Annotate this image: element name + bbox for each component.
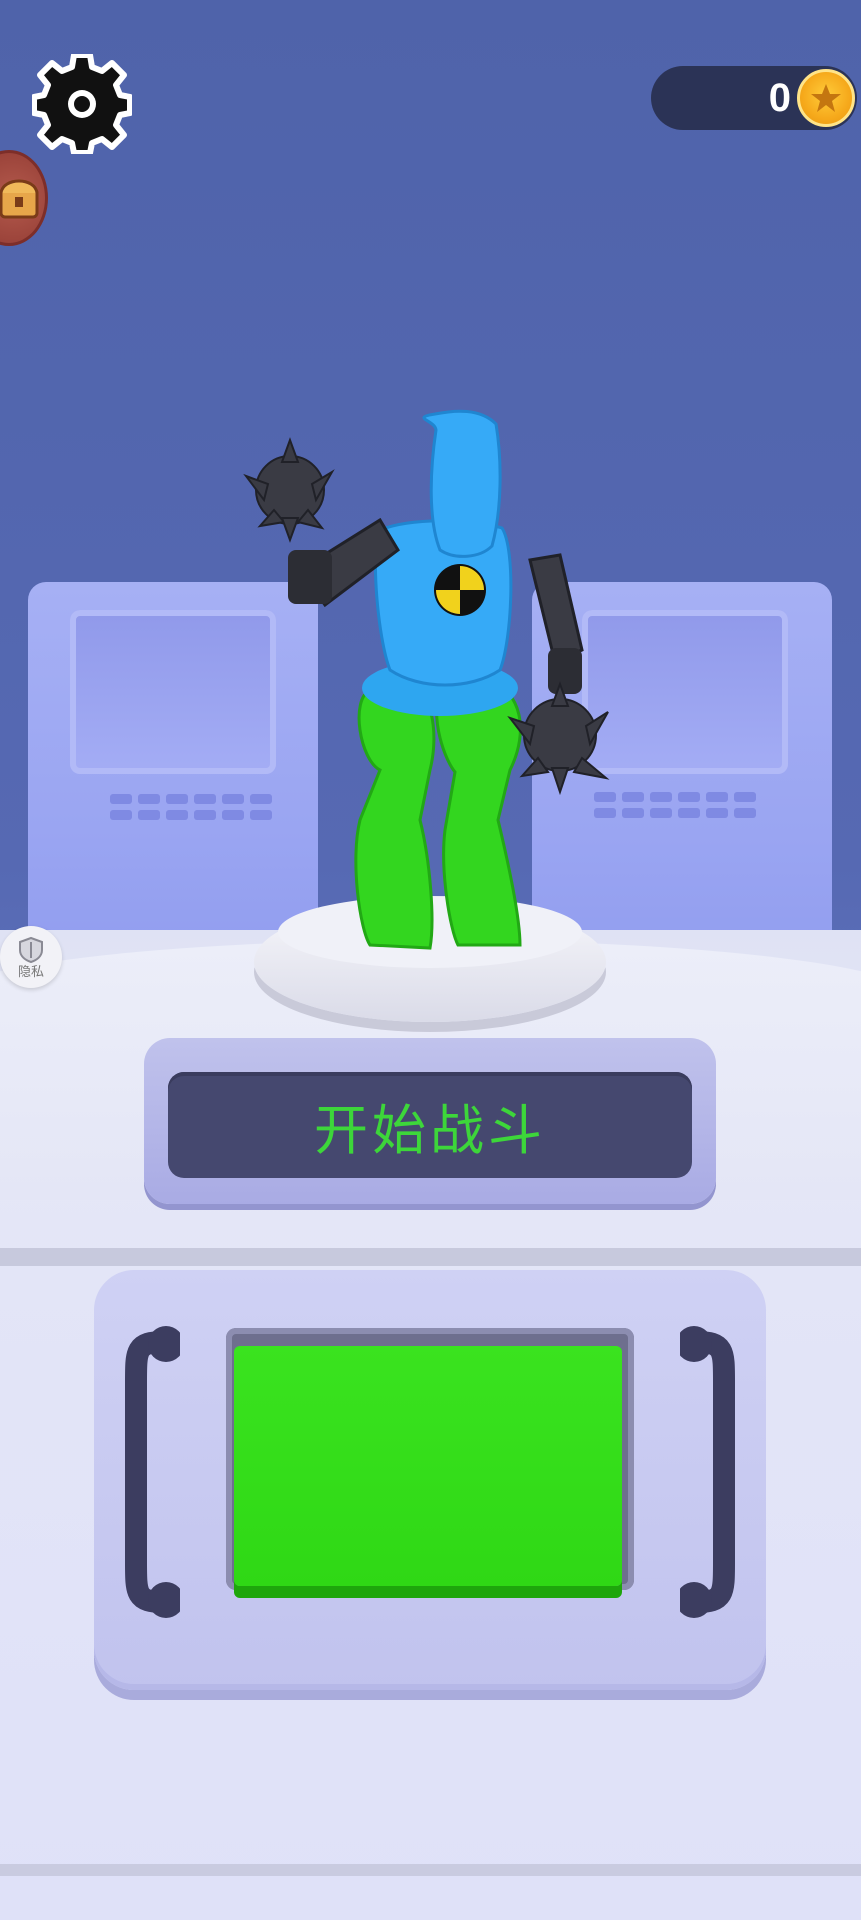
left-handle (125, 1326, 180, 1618)
start-battle-button[interactable]: 开始战斗 (168, 1072, 692, 1178)
coin-counter: 0 (651, 66, 857, 130)
privacy-label: 隐私 (17, 963, 44, 979)
gear-icon[interactable] (32, 54, 132, 154)
floor-bottom-edge (0, 1864, 861, 1876)
privacy-button[interactable]: 隐私 (0, 926, 62, 988)
shield-icon (19, 936, 43, 963)
green-fight-button[interactable] (234, 1346, 622, 1586)
start-battle-label: 开始战斗 (314, 1098, 546, 1162)
fighter-character (243, 409, 610, 950)
left-mace (243, 437, 335, 543)
game-screen: 开始战斗 0 隐私 (0, 0, 861, 1920)
start-battle-panel[interactable]: 开始战斗 (144, 1038, 716, 1204)
floor-divider (0, 1248, 861, 1266)
treasure-chest-icon[interactable] (0, 150, 48, 246)
gold-star-coin-icon (797, 69, 855, 127)
right-mace (507, 681, 610, 796)
control-board (94, 1270, 766, 1690)
right-handle (680, 1326, 735, 1618)
coin-count: 0 (768, 76, 791, 120)
